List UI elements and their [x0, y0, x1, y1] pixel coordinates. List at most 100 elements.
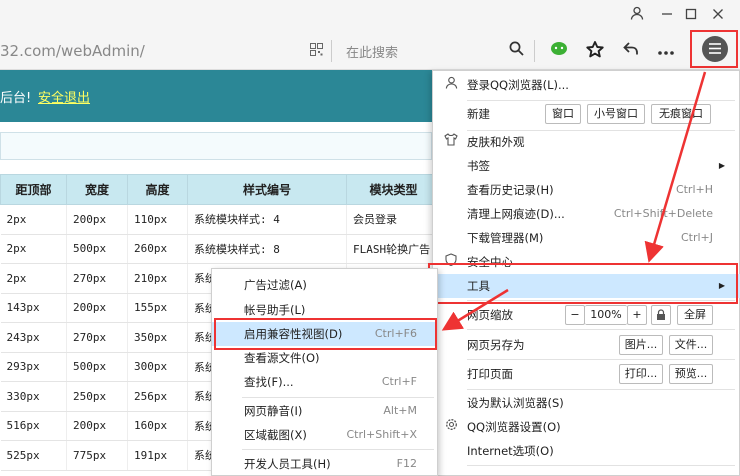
table-row[interactable]: 2px 200px 110px 系统模块样式: 4 会员登录: [0, 204, 441, 235]
menu-clear-traces[interactable]: 清理上网痕迹(D)... Ctrl+Shift+Delete: [433, 202, 740, 226]
menu-label: 书签: [467, 159, 490, 173]
table-cell: 243px: [0, 322, 67, 353]
search-input[interactable]: 在此搜索: [346, 42, 398, 61]
col-header[interactable]: 高度: [127, 174, 188, 205]
divider: [467, 329, 735, 330]
menu-history[interactable]: 查看历史记录(H) Ctrl+H: [433, 178, 740, 202]
table-cell: 191px: [127, 440, 188, 471]
qr-code-icon[interactable]: [306, 41, 326, 61]
address-bar: 32.com/webAdmin/ 在此搜索: [0, 32, 740, 70]
col-header[interactable]: 距顶部: [0, 174, 67, 205]
col-header[interactable]: 样式编号: [187, 174, 347, 205]
menu-label: 新建: [467, 107, 490, 121]
gear-icon: [443, 415, 459, 439]
url-field[interactable]: 32.com/webAdmin/: [0, 42, 145, 60]
menu-internet-options[interactable]: Internet选项(O): [433, 439, 740, 463]
menu-label: 广告过滤(A): [244, 278, 307, 292]
divider: [534, 40, 535, 62]
menu-new: 新建 窗口 小号窗口 无痕窗口: [433, 102, 740, 126]
undo-icon[interactable]: [621, 41, 641, 61]
star-icon[interactable]: [585, 41, 605, 61]
url-domain: 32.com/: [0, 42, 61, 60]
hamburger-icon: [702, 36, 728, 62]
menu-bookmarks[interactable]: 书签 ▶: [433, 154, 740, 178]
table-cell: 330px: [0, 381, 67, 412]
menu-label: 登录QQ浏览器(L)...: [467, 78, 569, 92]
table-cell: 143px: [0, 293, 67, 323]
menu-label: 网页缩放: [467, 308, 513, 322]
table-cell: 775px: [66, 440, 128, 471]
menu-label: 查找(F)...: [244, 375, 294, 389]
menu-label: 查看历史记录(H): [467, 183, 554, 197]
divider: [467, 100, 735, 101]
logout-link[interactable]: 安全退出: [38, 91, 90, 106]
table-row[interactable]: 2px 500px 260px 系统模块样式: 8 FLASH轮换广告: [0, 234, 441, 264]
submenu-mute[interactable]: 网页静音(I) Alt+M: [212, 399, 437, 423]
submenu-devtools[interactable]: 开发人员工具(H) F12: [212, 452, 437, 476]
close-icon[interactable]: [707, 6, 729, 26]
print-preview-button[interactable]: 预览...: [669, 364, 713, 384]
shirt-icon: [443, 130, 459, 154]
table-cell: 155px: [127, 293, 188, 323]
divider: [467, 389, 735, 390]
table-cell: 260px: [127, 234, 188, 264]
submenu-find[interactable]: 查找(F)... Ctrl+F: [212, 370, 437, 394]
menu-save-as: 网页另存为 图片... 文件...: [433, 333, 740, 357]
user-icon[interactable]: [626, 6, 648, 26]
table-cell: 200px: [66, 411, 128, 441]
table-cell: 系统模块样式: 8: [187, 234, 347, 264]
col-header[interactable]: 宽度: [66, 174, 128, 205]
shortcut: Ctrl+Shift+Delete: [613, 207, 713, 220]
menu-downloads[interactable]: 下载管理器(M) Ctrl+J: [433, 226, 740, 250]
maximize-icon[interactable]: [680, 6, 702, 26]
new-window-button[interactable]: 窗口: [545, 104, 581, 124]
submenu-screenshot[interactable]: 区域截图(X) Ctrl+Shift+X: [212, 423, 437, 447]
user-icon: [443, 73, 459, 97]
menu-skin[interactable]: 皮肤和外观: [433, 130, 740, 154]
table-cell: 256px: [127, 381, 188, 412]
more-icon[interactable]: [656, 41, 676, 61]
zoom-value: 100%: [585, 305, 627, 325]
minimize-icon[interactable]: [656, 6, 678, 26]
wechat-icon[interactable]: [549, 41, 569, 61]
lock-zoom-icon[interactable]: [651, 305, 671, 325]
print-button[interactable]: 打印...: [619, 364, 663, 384]
main-menu-button[interactable]: [690, 30, 738, 68]
banner-text: 后台!: [0, 91, 32, 106]
menu-settings[interactable]: QQ浏览器设置(O): [433, 415, 740, 439]
submenu-arrow-icon: ▶: [718, 161, 725, 170]
shortcut: F12: [396, 457, 417, 470]
shortcut: Ctrl+H: [675, 183, 713, 196]
table-cell: 350px: [127, 322, 188, 353]
tools-highlight-box: [428, 263, 738, 304]
page-toolbar: [0, 132, 432, 160]
table-cell: 160px: [127, 411, 188, 441]
menu-label: QQ浏览器设置(O): [467, 420, 561, 434]
zoom-in-button[interactable]: +: [627, 305, 647, 325]
zoom-out-button[interactable]: −: [565, 305, 585, 325]
divider: [242, 397, 434, 398]
divider: [331, 40, 332, 62]
menu-default-browser[interactable]: 设为默认浏览器(S): [433, 391, 740, 415]
fullscreen-button[interactable]: 全屏: [677, 305, 713, 325]
save-file-button[interactable]: 文件...: [669, 335, 713, 355]
divider: [467, 465, 735, 466]
table-cell: 293px: [0, 352, 67, 382]
menu-label: 网页静音(I): [244, 404, 303, 418]
menu-print: 打印页面 打印... 预览...: [433, 362, 740, 386]
table-cell: 2px: [0, 263, 67, 294]
table-cell: 500px: [66, 352, 128, 382]
table-cell: 250px: [66, 381, 128, 412]
search-icon[interactable]: [506, 41, 526, 61]
save-image-button[interactable]: 图片...: [619, 335, 663, 355]
submenu-ad-filter[interactable]: 广告过滤(A): [212, 273, 437, 297]
title-bar: [0, 0, 740, 32]
menu-label: 设为默认浏览器(S): [467, 396, 564, 410]
new-private-window-button[interactable]: 无痕窗口: [651, 104, 711, 124]
table-cell: 516px: [0, 411, 67, 441]
table-cell: 210px: [127, 263, 188, 294]
col-header[interactable]: 模块类型: [346, 174, 441, 205]
new-small-window-button[interactable]: 小号窗口: [587, 104, 645, 124]
shortcut: Ctrl+J: [680, 231, 713, 244]
menu-login[interactable]: 登录QQ浏览器(L)...: [433, 73, 740, 97]
